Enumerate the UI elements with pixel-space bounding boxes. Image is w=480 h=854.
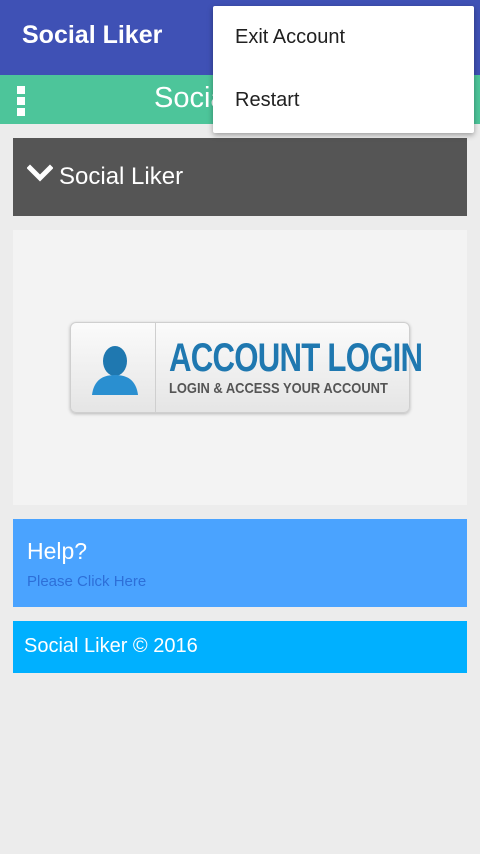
footer-box: Social Liker © 2016 — [13, 621, 467, 673]
section-header-label: Social Liker — [59, 163, 184, 190]
login-subtitle: LOGIN & ACCESS YOUR ACCOUNT — [169, 380, 388, 397]
overflow-menu: Exit Account Restart — [213, 6, 474, 133]
login-divider — [155, 323, 156, 412]
menu-item-label: Exit Account — [235, 26, 346, 48]
overflow-dots-icon[interactable] — [17, 86, 27, 116]
menu-item-exit-account[interactable]: Exit Account — [213, 6, 474, 69]
account-login-button[interactable]: ACCOUNT LOGIN LOGIN & ACCESS YOUR ACCOUN… — [70, 322, 423, 413]
section-header[interactable]: Social Liker — [13, 138, 467, 216]
chevron-down-icon — [27, 164, 53, 182]
help-title: Help? — [27, 538, 88, 564]
app-title: Social Liker — [22, 21, 163, 49]
footer-text: Social Liker © 2016 — [24, 635, 198, 657]
help-link[interactable]: Please Click Here — [27, 573, 146, 590]
user-icon — [92, 346, 138, 395]
menu-item-restart[interactable]: Restart — [213, 69, 474, 132]
help-box[interactable]: Help? Please Click Here — [13, 519, 467, 607]
login-title: ACCOUNT LOGIN — [169, 336, 423, 380]
menu-item-label: Restart — [235, 89, 300, 111]
